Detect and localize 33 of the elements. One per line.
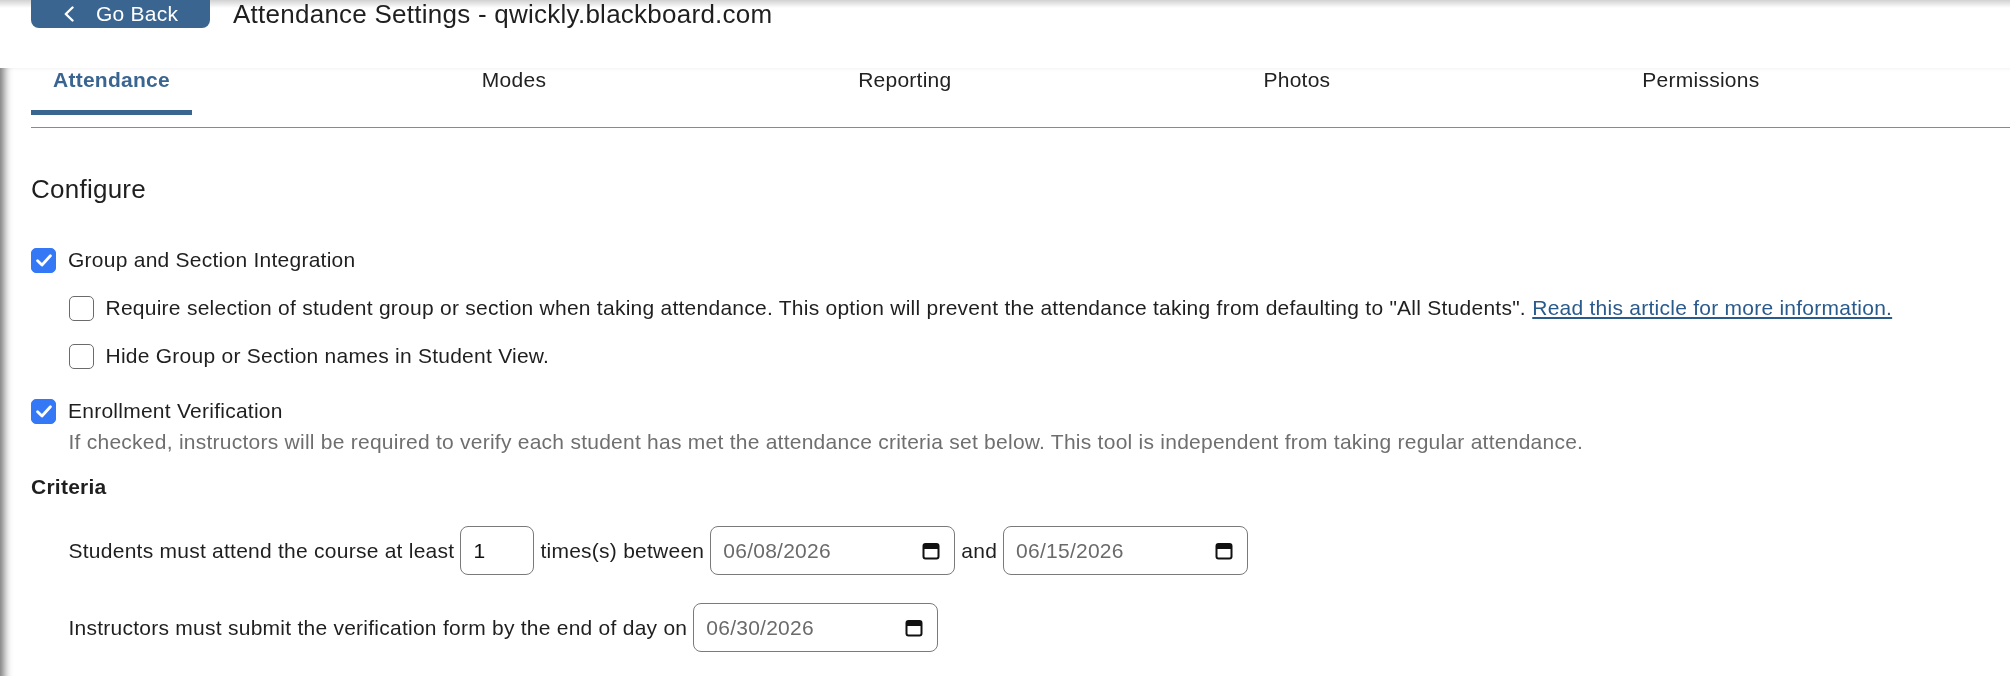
number-input[interactable]: 1 [460,526,535,575]
checkbox[interactable] [31,247,56,273]
checkbox[interactable] [68,343,94,369]
date-field[interactable]: 06/30/2026 [693,603,939,652]
calendar-icon [922,541,941,560]
calendar-icon [905,618,924,637]
criteria-text: times(s) between [540,538,705,563]
option-label: Hide Group or Section names in Student View. [105,343,550,369]
checkmark-icon [35,253,52,267]
option-label: Group and Section Integration [68,247,356,273]
tab[interactable]: Attendance [31,68,192,115]
criteria-heading: Criteria [31,474,108,500]
tab[interactable]: Reporting [836,68,974,115]
checkbox[interactable] [31,398,56,424]
article-link[interactable]: Read this article for more information. [1532,296,1893,319]
tab[interactable]: Permissions [1620,68,1782,115]
option-label: Require selection of student group or section when taking attendance. This option will prevent the attendance taking from defaulting to "All Students". Read this article for more information. [105,295,1893,321]
date-field[interactable]: 06/08/2026 [710,526,956,575]
calendar-icon [1215,541,1234,560]
help-text: If checked, instructors will be required to verify each student has met the attendance criteria set below. This tool is independent from taking regular attendance. [68,430,1585,454]
tab[interactable]: Photos [1241,68,1353,115]
back-button[interactable]: Go Back [31,0,210,28]
option-label: Enrollment Verification [68,398,283,424]
date-field[interactable]: 06/15/2026 [1003,526,1249,575]
tab[interactable]: Modes [459,68,569,115]
page-title: Attendance Settings - qwickly.blackboard.com [233,0,773,28]
checkmark-icon [35,404,52,418]
chevron-left-icon [64,6,74,22]
section-heading: Configure [31,173,147,205]
checkbox[interactable] [68,295,94,321]
criteria-text: and [961,538,998,563]
criteria-text: Instructors must submit the verification form by the end of day on [68,615,688,640]
criteria-text: Students must attend the course at least [68,538,455,563]
